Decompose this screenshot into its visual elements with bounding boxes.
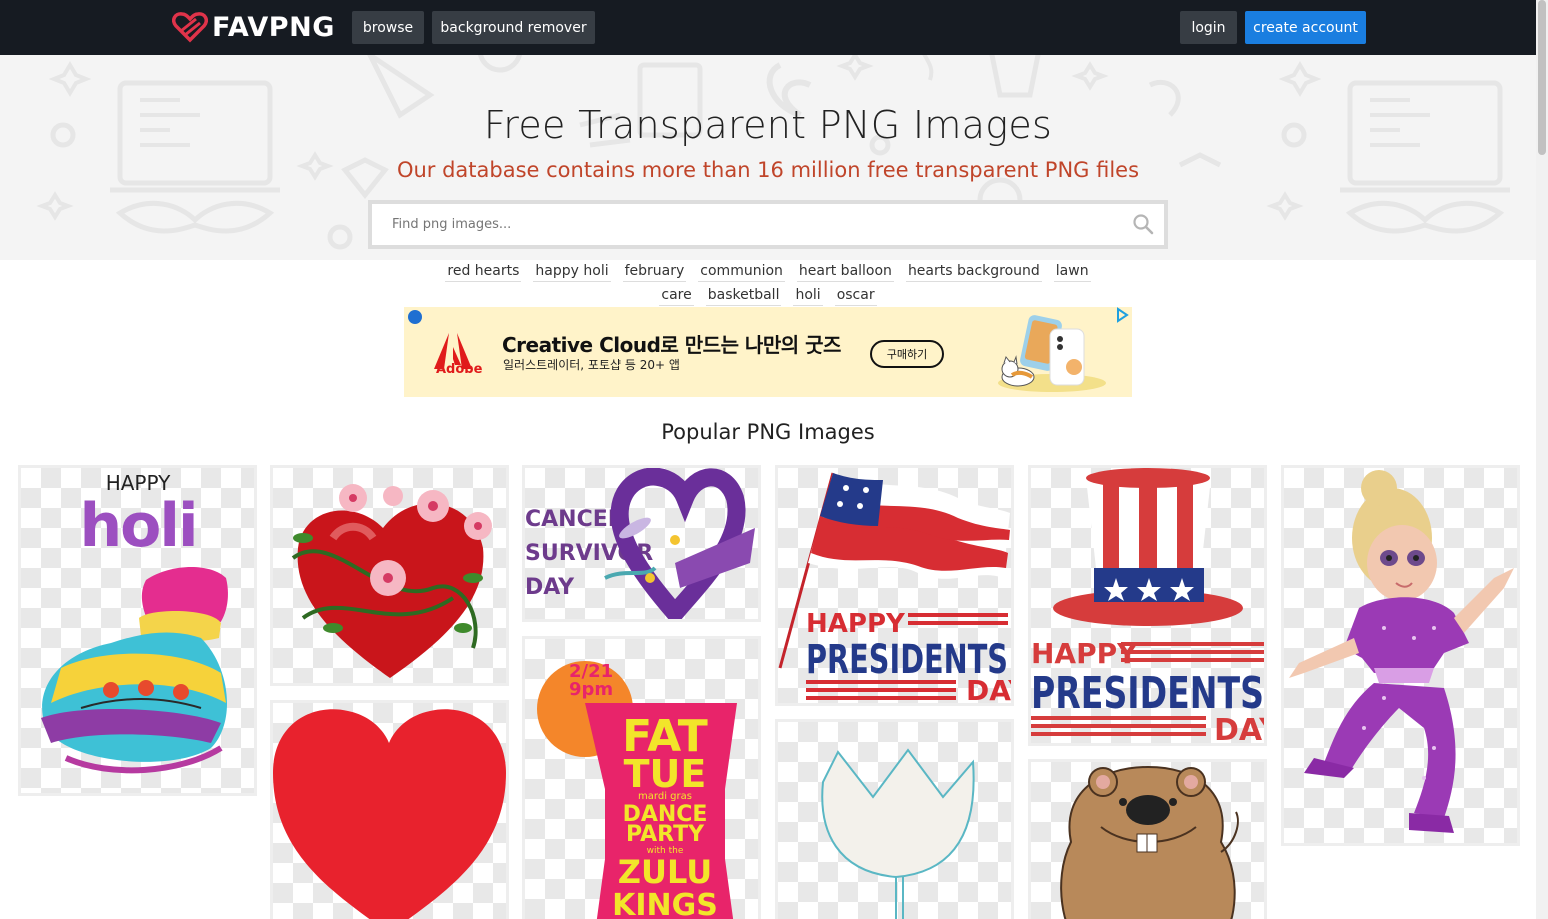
rose-heart-image [291, 484, 492, 678]
tag-link[interactable]: holi [793, 285, 823, 306]
heart-logo-icon [172, 12, 208, 43]
image-card-presidents-hat[interactable]: HAPPY PRESIDENTS DAY [1028, 465, 1267, 746]
top-navbar: FAVPNG browse background remover login c… [0, 0, 1536, 55]
hat-day-text: DAY [1214, 713, 1264, 743]
create-account-button[interactable]: create account [1245, 11, 1366, 44]
image-card-presidents-flag[interactable]: HAPPY PRESIDENTS DAY [775, 465, 1014, 706]
adchoices-icon[interactable] [408, 310, 422, 324]
page-subtitle: Our database contains more than 16 milli… [396, 158, 1140, 182]
search-icon[interactable] [1132, 213, 1154, 235]
tulip-outline-image [821, 748, 975, 919]
logo-text: FAVPNG [212, 11, 335, 43]
presidents-day-flag-image: HAPPY PRESIDENTS DAY [778, 472, 1011, 703]
tag-link[interactable]: red hearts [445, 261, 522, 282]
holi-pot-image: HAPPY holi [41, 471, 228, 774]
flag-happy-text: HAPPY [806, 609, 906, 639]
tag-link[interactable]: hearts background [905, 261, 1042, 282]
poster-tue: TUE [624, 752, 707, 796]
poster-party: PARTY [626, 822, 705, 847]
popular-images-heading: Popular PNG Images [661, 420, 875, 444]
image-card-holi[interactable]: HAPPY holi [18, 465, 257, 796]
poster-zulu: ZULU [618, 853, 712, 891]
site-logo[interactable]: FAVPNG [172, 10, 335, 44]
groundhog-image [1060, 765, 1239, 919]
background-remover-button[interactable]: background remover [432, 11, 595, 44]
scrollbar-thumb[interactable] [1538, 0, 1546, 155]
tag-link[interactable]: oscar [834, 285, 877, 306]
ad-headline: Creative Cloud로 만드는 나만의 굿즈 [502, 333, 841, 357]
tag-link[interactable]: happy holi [533, 261, 611, 282]
search-box [368, 200, 1168, 249]
image-card-rose-heart[interactable] [270, 465, 509, 686]
poster-kings: KINGS [612, 888, 718, 919]
hat-presidents-text: PRESIDENTS [1031, 668, 1264, 719]
presidents-day-hat-image: HAPPY PRESIDENTS DAY [1031, 468, 1264, 743]
image-card-cancer-survivor[interactable]: CANCER SURVIVOR DAY [522, 465, 761, 622]
ad-info-icon[interactable] [1114, 307, 1130, 323]
doll-girl-image [1289, 470, 1514, 833]
image-card-tulip[interactable] [775, 719, 1014, 919]
ad-buy-button[interactable]: 구매하기 [870, 340, 944, 368]
poster-mardi-gras: mardi gras [638, 791, 692, 802]
ad-product-illustration [998, 315, 1106, 392]
image-card-doll-girl[interactable] [1281, 465, 1520, 846]
tag-link[interactable]: lawn [1053, 261, 1091, 282]
ad-brand: Adobe [436, 362, 483, 377]
tag-link[interactable]: basketball [705, 285, 782, 306]
holi-word-text: holi [79, 491, 196, 561]
poster-time: 9pm [569, 679, 613, 700]
image-card-red-heart[interactable] [270, 700, 509, 919]
day-text: DAY [525, 575, 575, 600]
login-button[interactable]: login [1180, 11, 1237, 44]
fat-tuesday-poster-image: 2/21 9pm FAT TUE mardi gras DANCE PARTY … [537, 661, 737, 919]
image-card-fat-tuesday[interactable]: 2/21 9pm FAT TUE mardi gras DANCE PARTY … [522, 636, 761, 919]
popular-tags: red hearts happy holi february communion hea… [400, 258, 1136, 306]
page-title: Free Transparent PNG Images [483, 103, 1053, 147]
cancer-text: CANCER [525, 507, 625, 532]
ad-subline: 일러스트레이터, 포토샵 등 20+ 앱 [503, 358, 680, 372]
search-input[interactable] [372, 204, 1164, 245]
tag-link[interactable]: february [622, 261, 687, 282]
image-card-groundhog[interactable] [1028, 759, 1267, 919]
cancer-survivor-image: CANCER SURVIVOR DAY [525, 468, 755, 619]
tag-link[interactable]: care [659, 285, 694, 306]
red-heart-image [273, 709, 506, 919]
flag-day-text: DAY [966, 674, 1011, 703]
page-scrollbar[interactable] [1536, 0, 1548, 919]
tag-link[interactable]: communion [698, 261, 785, 282]
tag-link[interactable]: heart balloon [796, 261, 894, 282]
browse-button[interactable]: browse [352, 11, 424, 44]
advertisement-banner[interactable]: Adobe Creative Cloud로 만드는 나만의 굿즈 일러스트레이터… [404, 307, 1132, 397]
